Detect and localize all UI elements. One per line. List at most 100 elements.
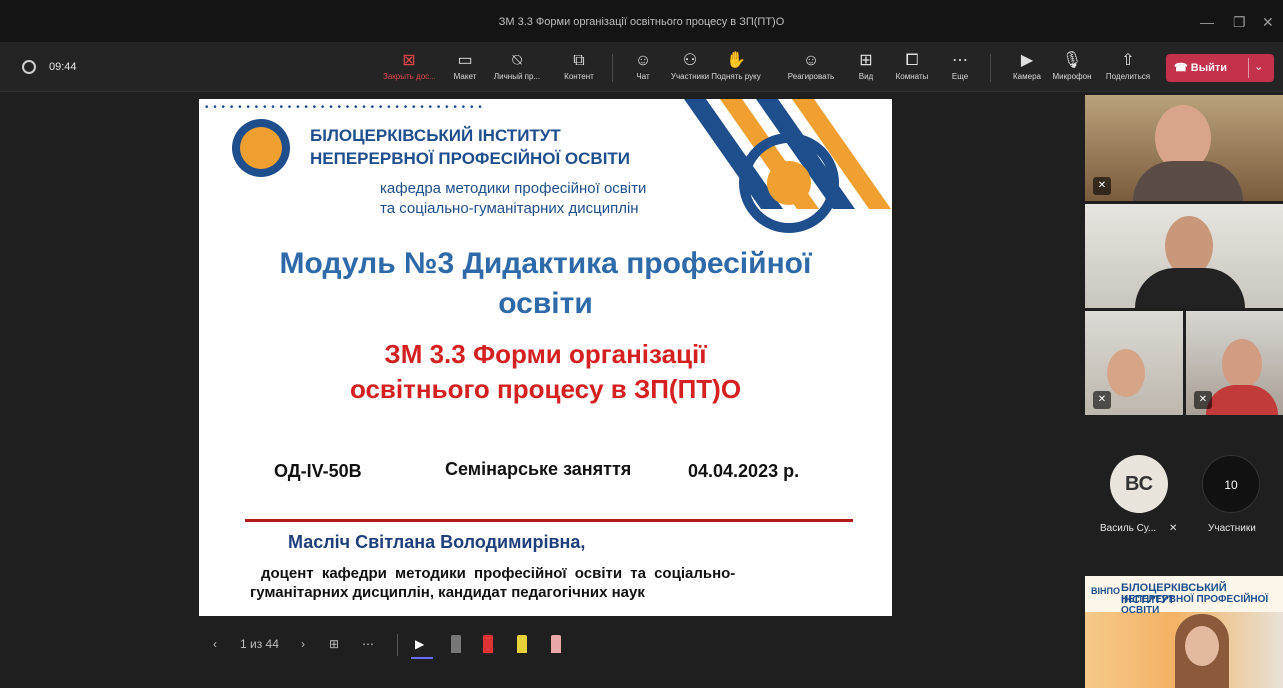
stop-sharing-label: Закрыть дос...	[383, 72, 435, 81]
chat-label: Чат	[636, 72, 650, 81]
content-label: Контент	[564, 72, 594, 81]
rooms-icon: ⧠	[905, 52, 919, 69]
participant-name: Василь Су...	[1100, 523, 1157, 534]
layout-label: Макет	[453, 72, 477, 81]
laser-pointer-icon[interactable]: ▶	[415, 637, 424, 651]
author-position-line2: гуманітарних дисциплін, кандидат педагог…	[250, 584, 645, 601]
more-icon: ⋯	[952, 52, 968, 69]
window-title: ЗМ 3.3 Форми організації освітнього проц…	[498, 16, 785, 28]
raise-hand-label: Поднять руку	[711, 72, 761, 81]
department-line2: та соціально-гуманітарних дисциплін	[380, 200, 639, 217]
grid-view-icon[interactable]: ⊞	[329, 637, 339, 651]
muted-mic-icon: ✕	[1194, 391, 1212, 409]
author-position-line1: доцент кафедри методики професійної осві…	[261, 565, 736, 582]
participant-count[interactable]: 10	[1202, 455, 1260, 513]
leave-divider	[1248, 58, 1249, 78]
phone-icon: ☎	[1174, 62, 1188, 74]
group-code: ОД-IV-50B	[274, 461, 362, 481]
avatar[interactable]: ВС	[1110, 455, 1168, 513]
layout-button[interactable]: ▭ Макет	[439, 50, 491, 81]
title-bar: ЗМ 3.3 Форми організації освітнього проц…	[0, 0, 1283, 42]
presenter-controls: ‹ 1 из 44 › ⊞ ⋯ ▶	[205, 631, 575, 661]
incognito-button[interactable]: ⍉ Личный пр...	[491, 50, 543, 81]
rooms-label: Комнаты	[895, 72, 929, 81]
department-line1: кафедра методики професійної освіти	[380, 180, 647, 197]
shared-screen-preview[interactable]: ВІНПО БІЛОЦЕРКІВСЬКИЙ ІНСТИТУТ НЕПЕРЕРВН…	[1085, 576, 1283, 688]
lesson-type: Семінарське заняття	[445, 459, 632, 479]
raise-hand-icon: ✋	[726, 52, 746, 69]
video-tile-participant-4[interactable]: ✕	[1186, 311, 1283, 415]
chat-icon: ☺	[634, 52, 652, 69]
controls-divider	[397, 634, 398, 656]
institute-name-line1: БІЛОЦЕРКІВСЬКИЙ ІНСТИТУТ	[310, 126, 561, 145]
close-share-icon: ⊠	[402, 52, 416, 69]
meeting-time: 09:44	[49, 61, 77, 73]
video-tile-participant-1[interactable]: ✕	[1085, 95, 1283, 201]
react-icon: ☺	[802, 52, 820, 69]
slide-dots: • • • • • • • • • • • • • • • • • • • • …	[205, 102, 483, 113]
raise-hand-button[interactable]: ✋ Поднять руку	[710, 50, 762, 81]
author-name: Масліч Світлана Володимирівна,	[288, 532, 586, 552]
topic-title-line2: освітнього процесу в ЗП(ПТ)О	[349, 374, 742, 404]
restore-button[interactable]: ❐	[1233, 14, 1246, 31]
leave-text: Выйти	[1190, 62, 1228, 74]
incognito-icon: ⍉	[512, 52, 522, 69]
lesson-date: 04.04.2023 р.	[688, 461, 800, 481]
close-button[interactable]: ✕	[1262, 14, 1274, 31]
microphone-button[interactable]: 🎙 Микрофон	[1046, 50, 1098, 81]
view-label: Вид	[858, 72, 874, 81]
participants-button[interactable]: ⚇ Участники	[664, 50, 716, 81]
previous-slide-button[interactable]: ‹	[213, 637, 217, 651]
meeting-toolbar: 09:44 ⊠ Закрыть дос... ▭ Макет ⍉ Личный …	[0, 42, 1283, 92]
share-label: Поделиться	[1105, 72, 1151, 81]
more-options-icon[interactable]: ⋯	[362, 637, 374, 651]
incognito-label: Личный пр...	[493, 72, 541, 81]
react-button[interactable]: ☺ Реагировать	[785, 50, 837, 81]
department-gear-logo-icon	[739, 133, 839, 233]
slide-counter: 1 из 44	[240, 637, 279, 651]
participant-face	[1222, 339, 1262, 389]
content-button[interactable]: ⧉ Контент	[553, 50, 605, 81]
presenter-face	[1185, 626, 1219, 666]
more-label: Еще	[951, 72, 969, 81]
view-icon: ⊞	[859, 52, 873, 69]
chevron-down-icon[interactable]: ⌄	[1254, 60, 1263, 73]
participant-face	[1107, 349, 1145, 397]
pen-tool-icon[interactable]	[451, 635, 461, 653]
eraser-icon[interactable]	[551, 635, 561, 653]
more-button[interactable]: ⋯ Еще	[934, 50, 986, 81]
next-slide-button[interactable]: ›	[301, 637, 305, 651]
module-title-line2: освіти	[498, 287, 593, 320]
video-tile-participant-2[interactable]	[1085, 204, 1283, 308]
red-pen-icon[interactable]	[483, 635, 493, 653]
slide-divider	[245, 519, 853, 522]
module-title-line1: Модуль №3 Дидактика професійної	[279, 247, 812, 280]
topic-title-line1: ЗМ 3.3 Форми організації	[384, 339, 707, 369]
leave-label: ☎ Выйти	[1174, 61, 1227, 74]
minimize-button[interactable]: —	[1200, 14, 1214, 30]
microphone-icon: 🎙	[1061, 52, 1083, 69]
participants-caption: Участники	[1208, 523, 1256, 534]
people-icon: ⚇	[682, 52, 698, 69]
content-icon: ⧉	[573, 52, 585, 69]
view-button[interactable]: ⊞ Вид	[840, 50, 892, 81]
toolbar-divider	[612, 54, 613, 82]
video-tile-participant-3[interactable]: ✕	[1085, 311, 1183, 415]
rooms-button[interactable]: ⧠ Комнаты	[886, 50, 938, 81]
active-tool-indicator	[411, 657, 433, 659]
highlighter-icon[interactable]	[517, 635, 527, 653]
layout-icon: ▭	[457, 52, 473, 69]
preview-header-line2: НЕПЕРЕРВНОЇ ПРОФЕСІЙНОЇ ОСВІТИ	[1121, 594, 1269, 616]
stop-sharing-button[interactable]: ⊠ Закрыть дос...	[383, 50, 435, 81]
share-button[interactable]: ⇧ Поделиться	[1102, 50, 1154, 81]
shield-icon	[22, 60, 36, 74]
microphone-label: Микрофон	[1052, 72, 1092, 81]
chat-button[interactable]: ☺ Чат	[617, 50, 669, 81]
toolbar-divider	[990, 54, 991, 82]
muted-mic-icon: ✕	[1093, 391, 1111, 409]
institute-emblem-icon	[232, 119, 290, 177]
participant-face	[1165, 216, 1213, 276]
leave-button[interactable]: ☎ Выйти ⌄	[1166, 54, 1274, 82]
institute-name-line2: НЕПЕРЕРВНОЇ ПРОФЕСІЙНОЇ ОСВІТИ	[310, 149, 631, 168]
participants-label: Участники	[670, 72, 710, 81]
